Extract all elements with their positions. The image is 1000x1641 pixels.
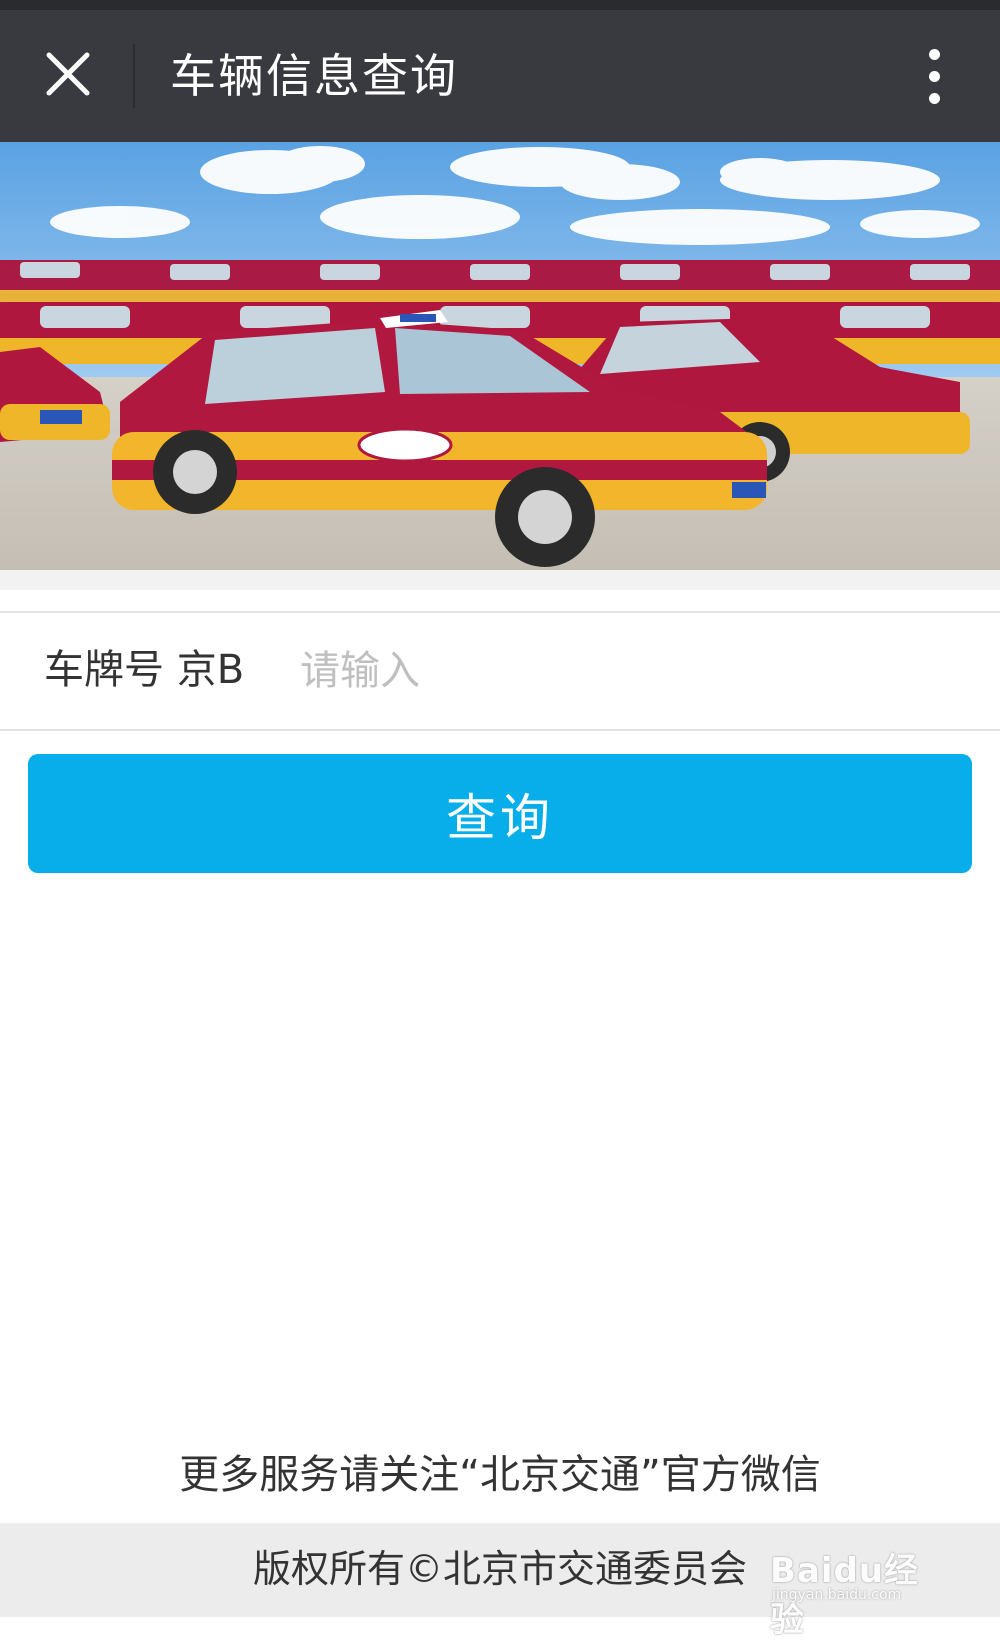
footer-note: 更多服务请关注“北京交通”官方微信 [179,1452,821,1498]
close-icon [46,52,90,96]
query-button[interactable]: 查询 [28,754,972,873]
plate-label: 车牌号 京B [44,647,245,693]
more-dot [928,70,940,82]
close-button[interactable] [30,36,106,112]
more-options-button[interactable] [900,40,968,112]
status-strip [0,0,1000,10]
plate-number-input[interactable] [298,639,972,703]
page-title: 车辆信息查询 [170,49,458,103]
copyright-bar: 版权所有©北京市交通委员会 Baidu经验 jingyan.baidu.com [0,1523,1000,1640]
taxi-fleet-photo [0,142,1000,590]
plate-form-row: 车牌号 京B [0,611,1000,731]
baidu-watermark: Baidu经验 jingyan.baidu.com [762,1537,952,1640]
watermark-domain: jingyan.baidu.com [772,1587,902,1603]
more-dot [928,92,940,104]
more-vertical-icon [928,48,940,60]
navigation-bar: 车辆信息查询 [0,10,1000,142]
banner-image [0,142,1000,590]
nav-divider [133,44,135,108]
